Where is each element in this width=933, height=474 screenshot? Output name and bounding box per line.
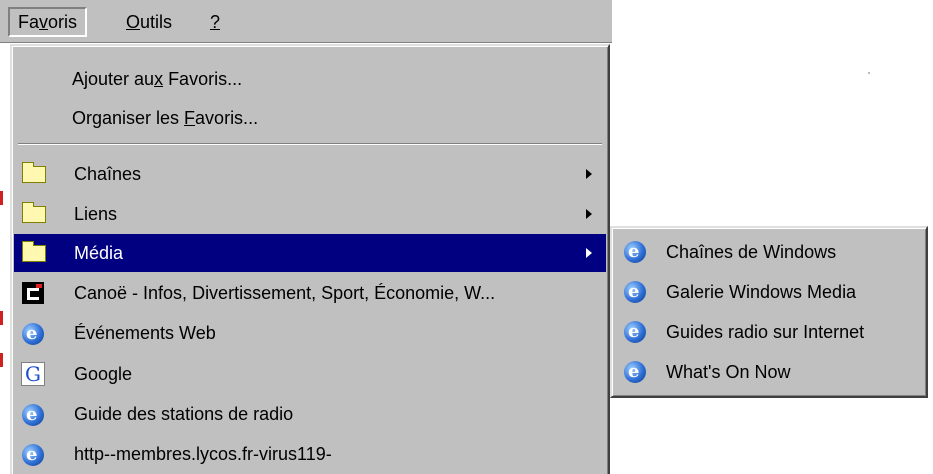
add-favorites-accel: x [154, 69, 164, 89]
submenu-arrow-icon [586, 209, 592, 219]
ie-icon [624, 233, 646, 271]
media-submenu: Chaînes de Windows Galerie Windows Media… [610, 226, 928, 398]
favorites-item-label: Google [74, 364, 133, 384]
menu-favoris-label-accel: v [39, 12, 49, 32]
menu-separator [18, 143, 602, 145]
favorites-item-label: Événements Web [74, 323, 216, 343]
menu-outils-label-b: utils [140, 12, 173, 32]
favorites-dropdown: Ajouter aux Favoris... Organiser les Fav… [10, 44, 610, 474]
favorites-item-chaines[interactable]: Chaînes [14, 155, 606, 193]
favorites-item-media[interactable]: Média [14, 234, 606, 272]
ie-icon [624, 273, 646, 311]
add-favorites-label-a: Ajouter au [72, 69, 155, 89]
menu-favoris-label-b: oris [48, 12, 78, 32]
add-favorites-item[interactable]: Ajouter aux Favoris... [14, 60, 606, 98]
menu-bar: Favoris Outils ? [0, 0, 612, 43]
submenu-item-chaines-windows[interactable]: Chaînes de Windows [614, 232, 924, 272]
submenu-item-galerie-media[interactable]: Galerie Windows Media [614, 272, 924, 312]
folder-icon [22, 162, 46, 183]
favorites-item-liens[interactable]: Liens [14, 195, 606, 233]
folder-icon [22, 241, 46, 262]
submenu-item-label: Chaînes de Windows [666, 242, 837, 262]
menu-outils-label-accel: O [126, 12, 141, 32]
menu-help[interactable]: ? [202, 7, 228, 37]
ie-icon [624, 313, 646, 351]
submenu-item-label: Guides radio sur Internet [666, 322, 865, 342]
submenu-arrow-icon [586, 248, 592, 258]
favorites-item-label: Chaînes [74, 164, 142, 184]
menu-favoris-label-a: Fa [18, 12, 40, 32]
google-icon: G [21, 362, 45, 386]
ie-icon [624, 353, 646, 391]
favorites-item-evenements-web[interactable]: Événements Web [14, 314, 606, 353]
organize-favorites-label-a: Organiser les [72, 108, 185, 128]
submenu-arrow-icon [586, 169, 592, 179]
background-speck [868, 72, 870, 74]
favorites-item-label: Canoë - Infos, Divertissement, Sport, Éc… [74, 283, 496, 303]
favorites-item-google[interactable]: G Google [14, 355, 606, 393]
add-favorites-label: Ajouter aux Favoris... [72, 60, 242, 98]
edge-mark [0, 353, 3, 367]
organize-favorites-label: Organiser les Favoris... [72, 99, 258, 137]
menu-favoris[interactable]: Favoris [8, 7, 88, 37]
canoe-icon [22, 282, 44, 304]
submenu-item-label: What's On Now [666, 362, 791, 382]
favorites-item-canoe[interactable]: Canoë - Infos, Divertissement, Sport, Éc… [14, 274, 606, 312]
favorites-item-lycos[interactable]: http--membres.lycos.fr-virus119- [14, 435, 606, 474]
edge-mark [0, 191, 3, 205]
submenu-item-guides-radio[interactable]: Guides radio sur Internet [614, 312, 924, 352]
edge-mark [0, 311, 3, 325]
ie-icon [22, 436, 44, 474]
ie-icon [22, 315, 44, 353]
menu-help-label-accel: ? [210, 12, 221, 32]
favorites-item-label: Média [74, 243, 124, 263]
ie-icon [22, 396, 44, 434]
favorites-item-radio-guide[interactable]: Guide des stations de radio [14, 395, 606, 434]
menu-outils[interactable]: Outils [118, 7, 180, 37]
folder-icon [22, 202, 46, 223]
organize-favorites-label-b: avoris... [195, 108, 259, 128]
organize-favorites-accel: F [184, 108, 196, 128]
add-favorites-label-b: Favoris... [163, 69, 243, 89]
favorites-item-label: http--membres.lycos.fr-virus119- [74, 444, 332, 464]
favorites-item-label: Liens [74, 204, 118, 224]
favorites-item-label: Guide des stations de radio [74, 404, 294, 424]
submenu-item-whats-on-now[interactable]: What's On Now [614, 352, 924, 392]
organize-favorites-item[interactable]: Organiser les Favoris... [14, 99, 606, 137]
submenu-item-label: Galerie Windows Media [666, 282, 857, 302]
underlying-window-edge [0, 43, 10, 464]
